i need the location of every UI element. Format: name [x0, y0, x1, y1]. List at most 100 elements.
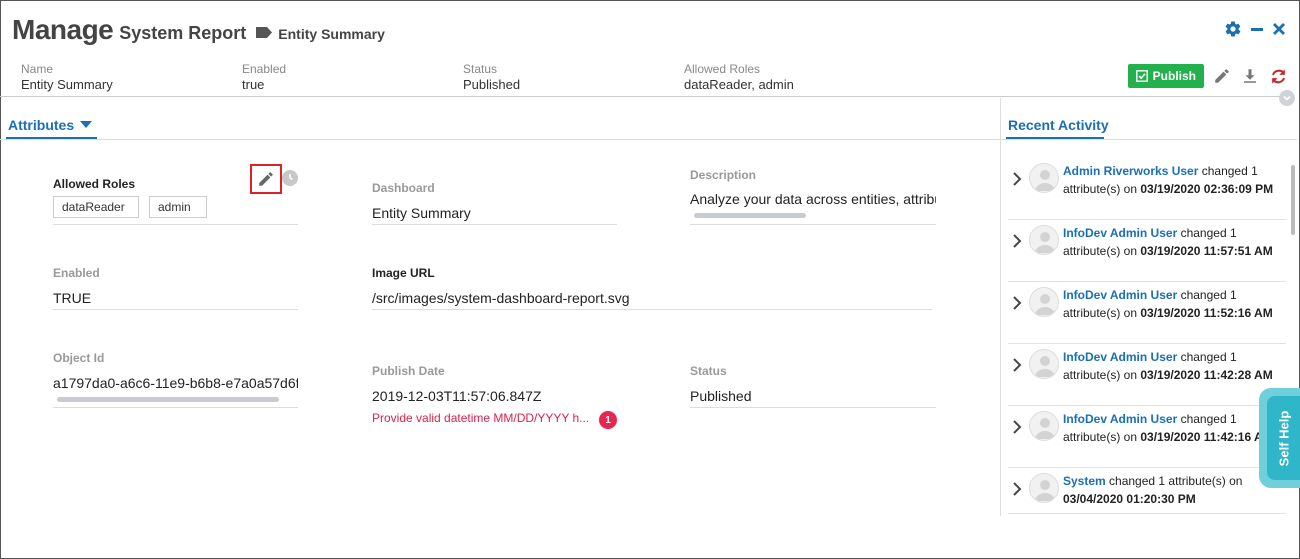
allowed-roles-underline — [53, 224, 298, 225]
avatar — [1029, 163, 1059, 193]
status-field: Status — [690, 364, 727, 378]
caret-down-icon — [80, 121, 93, 128]
activity-user-link[interactable]: InfoDev Admin User — [1063, 226, 1177, 240]
list-item[interactable]: System changed 1 attribute(s) on 03/04/2… — [1008, 468, 1286, 514]
summary-name: Name Entity Summary — [21, 62, 113, 92]
activity-date: 03/19/2020 02:36:09 PM — [1140, 182, 1274, 196]
activity-text: InfoDev Admin User changed 1 attribute(s… — [1063, 350, 1273, 382]
summary-row: Name Entity Summary Enabled true Status … — [21, 62, 905, 93]
status-label: Status — [690, 364, 727, 378]
activity-text: InfoDev Admin User changed 1 attribute(s… — [1063, 226, 1273, 258]
image-url-label: Image URL — [372, 266, 435, 280]
activity-scrollbar[interactable] — [1291, 165, 1295, 235]
page-title: Manage — [12, 14, 114, 45]
chevron-right-icon[interactable] — [1012, 358, 1022, 372]
page-header: Manage System Report Entity Summary — [12, 14, 385, 46]
role-chip-datareader[interactable]: dataReader — [53, 196, 139, 218]
activity-text: Admin Riverworks User changed 1 attribut… — [1063, 164, 1274, 196]
summary-status: Status Published — [463, 62, 521, 92]
activity-date: 03/19/2020 11:42:16 AM — [1140, 430, 1273, 444]
avatar — [1029, 473, 1059, 503]
enabled-value[interactable]: TRUE — [53, 290, 298, 306]
pencil-icon[interactable] — [1212, 66, 1232, 86]
download-icon[interactable] — [1240, 66, 1260, 86]
publish-date-label: Publish Date — [372, 364, 445, 378]
dashboard-label: Dashboard — [372, 181, 435, 195]
chevron-right-icon[interactable] — [1012, 234, 1022, 248]
activity-tabs-divider — [1001, 139, 1297, 140]
activity-text: InfoDev Admin User changed 1 attribute(s… — [1063, 412, 1273, 444]
chevron-right-icon[interactable] — [1012, 420, 1022, 434]
summary-enabled: Enabled true — [242, 62, 287, 92]
activity-text: System changed 1 attribute(s) on 03/04/2… — [1063, 474, 1243, 506]
list-item[interactable]: InfoDev Admin User changed 1 attribute(s… — [1008, 220, 1286, 282]
window-controls — [1224, 20, 1286, 41]
chevron-right-icon[interactable] — [1012, 172, 1022, 186]
tag-icon — [256, 26, 273, 38]
close-icon[interactable] — [1272, 22, 1286, 39]
activity-user-link[interactable]: Admin Riverworks User — [1063, 164, 1198, 178]
publish-button[interactable]: Publish — [1127, 64, 1204, 88]
object-id-value[interactable]: a1797da0-a6c6-11e9-b6b8-e7a0a57d6f — [53, 375, 298, 391]
summary-allowed-roles: Allowed Roles dataReader, admin — [684, 62, 794, 92]
avatar — [1029, 225, 1059, 255]
entity-name: Entity Summary — [278, 26, 385, 42]
list-item[interactable]: InfoDev Admin User changed 1 attribute(s… — [1008, 282, 1286, 344]
self-help-button[interactable]: Self Help — [1259, 388, 1300, 488]
activity-date: 03/04/2020 01:20:30 PM — [1063, 492, 1196, 506]
list-item[interactable]: InfoDev Admin User changed 1 attribute(s… — [1008, 344, 1286, 406]
image-url-value[interactable]: /src/images/system-dashboard-report.svg — [372, 290, 932, 306]
edit-allowed-roles-button[interactable] — [250, 164, 282, 194]
chevron-down-icon — [1283, 95, 1291, 101]
activity-date: 03/19/2020 11:57:51 AM — [1140, 244, 1273, 258]
header-divider — [0, 96, 1290, 97]
tab-attributes[interactable]: Attributes — [8, 117, 93, 133]
dashboard-field: Dashboard — [372, 181, 435, 195]
status-underline — [690, 407, 936, 408]
publish-date-value[interactable]: 2019-12-03T11:57:06.847Z — [372, 388, 617, 404]
object-id-scrollbar[interactable] — [57, 397, 279, 402]
minimize-icon[interactable] — [1250, 22, 1264, 39]
history-clock-icon[interactable] — [282, 170, 298, 186]
refresh-icon[interactable] — [1268, 66, 1288, 86]
status-value[interactable]: Published — [690, 388, 936, 404]
allowed-roles-label: Allowed Roles — [53, 177, 136, 191]
avatar — [1029, 411, 1059, 441]
description-field: Description — [690, 168, 756, 182]
activity-user-link[interactable]: InfoDev Admin User — [1063, 350, 1177, 364]
object-id-underline — [53, 407, 298, 408]
error-count-badge[interactable]: 1 — [599, 411, 617, 429]
activity-user-link[interactable]: InfoDev Admin User — [1063, 288, 1177, 302]
recent-activity-list: Admin Riverworks User changed 1 attribut… — [1008, 158, 1286, 514]
entity-type: System Report — [119, 23, 247, 43]
dashboard-underline — [372, 224, 617, 225]
activity-user-link[interactable]: InfoDev Admin User — [1063, 412, 1177, 426]
description-value[interactable]: Analyze your data across entities, attri… — [690, 191, 936, 207]
dashboard-value[interactable]: Entity Summary — [372, 205, 617, 221]
enabled-underline — [53, 309, 298, 310]
tab-recent-activity[interactable]: Recent Activity — [1008, 117, 1109, 133]
panel-separator — [1000, 98, 1001, 516]
list-item[interactable]: InfoDev Admin User changed 1 attribute(s… — [1008, 406, 1286, 468]
activity-date: 03/19/2020 11:42:28 AM — [1140, 368, 1273, 382]
list-item[interactable]: Admin Riverworks User changed 1 attribut… — [1008, 158, 1286, 220]
check-square-icon — [1135, 70, 1148, 82]
object-id-field: Object Id — [53, 351, 104, 365]
avatar — [1029, 349, 1059, 379]
gear-icon[interactable] — [1224, 20, 1242, 41]
image-url-underline — [372, 309, 932, 310]
publish-date-error: Provide valid datetime MM/DD/YYYY h... — [372, 411, 590, 425]
toolbar-actions: Publish — [1127, 64, 1288, 88]
collapse-header-button[interactable] — [1279, 90, 1295, 106]
publish-date-field: Publish Date — [372, 364, 445, 378]
chevron-right-icon[interactable] — [1012, 482, 1022, 496]
enabled-field: Enabled — [53, 266, 100, 280]
description-scrollbar[interactable] — [694, 213, 806, 218]
activity-user-link[interactable]: System — [1063, 474, 1106, 488]
chevron-right-icon[interactable] — [1012, 296, 1022, 310]
description-underline — [690, 224, 936, 225]
role-chip-admin[interactable]: admin — [149, 196, 207, 218]
self-help-label: Self Help — [1276, 410, 1291, 466]
description-label: Description — [690, 168, 757, 182]
object-id-label: Object Id — [53, 351, 105, 365]
